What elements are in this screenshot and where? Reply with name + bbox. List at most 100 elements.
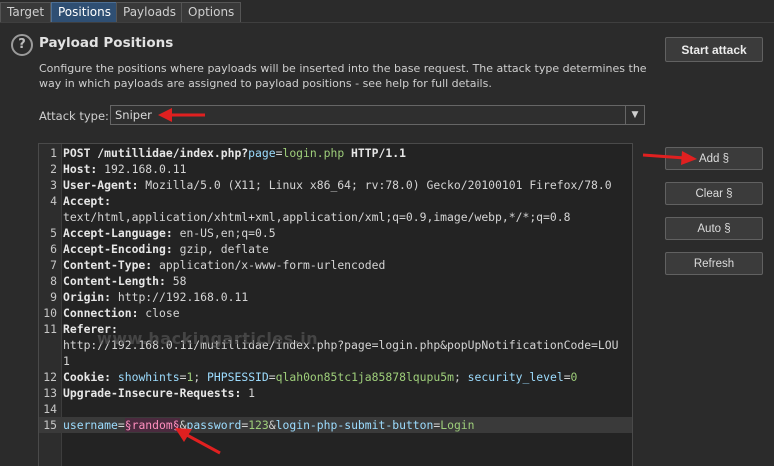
line-number: 3 bbox=[50, 178, 57, 192]
code-token: PHPSESSID bbox=[207, 370, 269, 384]
code-token: Upgrade-Insecure-Requests: bbox=[63, 386, 242, 400]
request-line[interactable]: 5 Accept-Language: en-US,en;q=0.5 bbox=[39, 225, 632, 241]
clear-markers-button[interactable]: Clear § bbox=[665, 182, 763, 205]
tab-positions[interactable]: Positions bbox=[51, 2, 118, 22]
chevron-down-icon[interactable]: ▼ bbox=[625, 106, 644, 124]
request-line[interactable]: 3 User-Agent: Mozilla/5.0 (X11; Linux x86… bbox=[39, 177, 632, 193]
tab-target[interactable]: Target bbox=[0, 2, 52, 22]
code-token: showhints bbox=[117, 370, 180, 384]
auto-markers-button[interactable]: Auto § bbox=[665, 217, 763, 240]
code-token: User-Agent: bbox=[63, 178, 139, 192]
line-text: text/html,application/xhtml+xml,applicat… bbox=[63, 209, 570, 225]
code-token: ; bbox=[453, 370, 468, 384]
request-line[interactable]: 4 Accept: bbox=[39, 193, 632, 209]
line-text: Accept: bbox=[63, 193, 111, 209]
request-line[interactable]: 10 Connection: close bbox=[39, 305, 632, 321]
code-token: = bbox=[268, 370, 276, 384]
red-arrow-annotation-icon bbox=[175, 428, 221, 455]
code-token: text/html,application/xhtml+xml,applicat… bbox=[63, 210, 571, 224]
line-text: Content-Type: application/x-www-form-url… bbox=[63, 257, 385, 273]
code-token: qlah0on85tc1ja85878lqupu5m bbox=[275, 370, 454, 384]
request-line[interactable]: 6 Accept-Encoding: gzip, deflate bbox=[39, 241, 632, 257]
code-token: 58 bbox=[165, 274, 187, 288]
code-token: en-US,en;q=0.5 bbox=[172, 226, 276, 240]
help-icon[interactable]: ? bbox=[11, 34, 33, 56]
request-line[interactable]: 1 POST /mutillidae/index.php?page=login.p… bbox=[39, 145, 632, 161]
refresh-button[interactable]: Refresh bbox=[665, 252, 763, 275]
request-line[interactable]: 15 username=§random§&password=123&login-p… bbox=[39, 417, 632, 433]
request-line[interactable]: 1 bbox=[39, 353, 632, 369]
line-text: Host: 192.168.0.11 bbox=[63, 161, 186, 177]
code-token: 0 bbox=[570, 370, 578, 384]
line-text: User-Agent: Mozilla/5.0 (X11; Linux x86_… bbox=[63, 177, 612, 193]
code-token: 1 bbox=[63, 354, 70, 368]
attack-type-label: Attack type: bbox=[39, 109, 109, 123]
request-line[interactable]: 9 Origin: http://192.168.0.11 bbox=[39, 289, 632, 305]
code-token: login.php bbox=[282, 146, 345, 160]
line-text: 1 bbox=[63, 353, 70, 369]
code-token: ; bbox=[193, 370, 208, 384]
start-attack-button[interactable]: Start attack bbox=[665, 37, 763, 62]
line-number: 12 bbox=[43, 370, 57, 384]
code-token: & bbox=[268, 418, 276, 432]
request-editor[interactable]: 1 POST /mutillidae/index.php?page=login.p… bbox=[38, 143, 633, 466]
code-token: Login bbox=[440, 418, 475, 432]
red-arrow-annotation-icon bbox=[158, 108, 205, 122]
code-token: 123 bbox=[248, 418, 269, 432]
attack-type-value: Sniper bbox=[115, 108, 152, 122]
request-line[interactable]: 13 Upgrade-Insecure-Requests: 1 bbox=[39, 385, 632, 401]
code-token: application/x-www-form-urlencoded bbox=[152, 258, 386, 272]
line-number: 2 bbox=[50, 162, 57, 176]
code-token: = bbox=[563, 370, 571, 384]
code-token: close bbox=[138, 306, 180, 320]
line-number: 9 bbox=[50, 290, 57, 304]
line-number: 15 bbox=[43, 418, 57, 432]
request-line[interactable]: text/html,application/xhtml+xml,applicat… bbox=[39, 209, 632, 225]
section-title: Payload Positions bbox=[39, 35, 174, 51]
line-text: Connection: close bbox=[63, 305, 180, 321]
code-token: page bbox=[248, 146, 276, 160]
tab-payloads[interactable]: Payloads bbox=[116, 2, 184, 22]
request-line[interactable]: 8 Content-Length: 58 bbox=[39, 273, 632, 289]
line-number: 4 bbox=[50, 194, 57, 208]
line-text: Origin: http://192.168.0.11 bbox=[63, 289, 248, 305]
tab-bar: Target Positions Payloads Options bbox=[0, 0, 774, 23]
line-text: Accept-Language: en-US,en;q=0.5 bbox=[63, 225, 276, 241]
line-number: 14 bbox=[43, 402, 57, 416]
request-line[interactable]: 12 Cookie: showhints=1; PHPSESSID=qlah0on… bbox=[39, 369, 632, 385]
request-line[interactable]: 7 Content-Type: application/x-www-form-ur… bbox=[39, 257, 632, 273]
code-token: Content-Type: bbox=[63, 258, 153, 272]
code-token: Origin: bbox=[63, 290, 112, 304]
code-token: = bbox=[117, 418, 125, 432]
red-arrow-annotation-icon bbox=[642, 151, 697, 165]
line-number: 5 bbox=[50, 226, 57, 240]
tab-options[interactable]: Options bbox=[181, 2, 242, 22]
code-token: http://192.168.0.11 bbox=[111, 290, 249, 304]
code-token: Host: bbox=[63, 162, 98, 176]
line-number: 7 bbox=[50, 258, 57, 272]
line-number: 11 bbox=[43, 322, 57, 336]
code-token: Accept-Encoding: bbox=[63, 242, 173, 256]
code-token: Connection: bbox=[63, 306, 139, 320]
code-token: username bbox=[63, 418, 118, 432]
line-text: Content-Length: 58 bbox=[63, 273, 186, 289]
code-token: Mozilla/5.0 (X11; Linux x86_64; rv:78.0)… bbox=[138, 178, 612, 192]
code-token: HTTP/1.1 bbox=[344, 146, 406, 160]
line-number: 8 bbox=[50, 274, 57, 288]
request-line[interactable]: 14 bbox=[39, 401, 632, 417]
code-token: Content-Length: bbox=[63, 274, 166, 288]
line-number: 13 bbox=[43, 386, 57, 400]
code-token: 192.168.0.11 bbox=[97, 162, 187, 176]
line-number: 6 bbox=[50, 242, 57, 256]
section-description: Configure the positions where payloads w… bbox=[39, 62, 647, 90]
line-number: 1 bbox=[50, 146, 57, 160]
watermark: www.hackingarticles.in bbox=[97, 329, 319, 348]
line-number: 10 bbox=[43, 306, 57, 320]
code-token: POST /mutillidae/index.php? bbox=[63, 146, 249, 160]
code-token: Cookie: bbox=[63, 370, 112, 384]
code-token: Accept: bbox=[63, 194, 112, 208]
request-line[interactable]: 2 Host: 192.168.0.11 bbox=[39, 161, 632, 177]
line-text: POST /mutillidae/index.php?page=login.ph… bbox=[63, 145, 406, 161]
line-text: Cookie: showhints=1; PHPSESSID=qlah0on85… bbox=[63, 369, 577, 385]
